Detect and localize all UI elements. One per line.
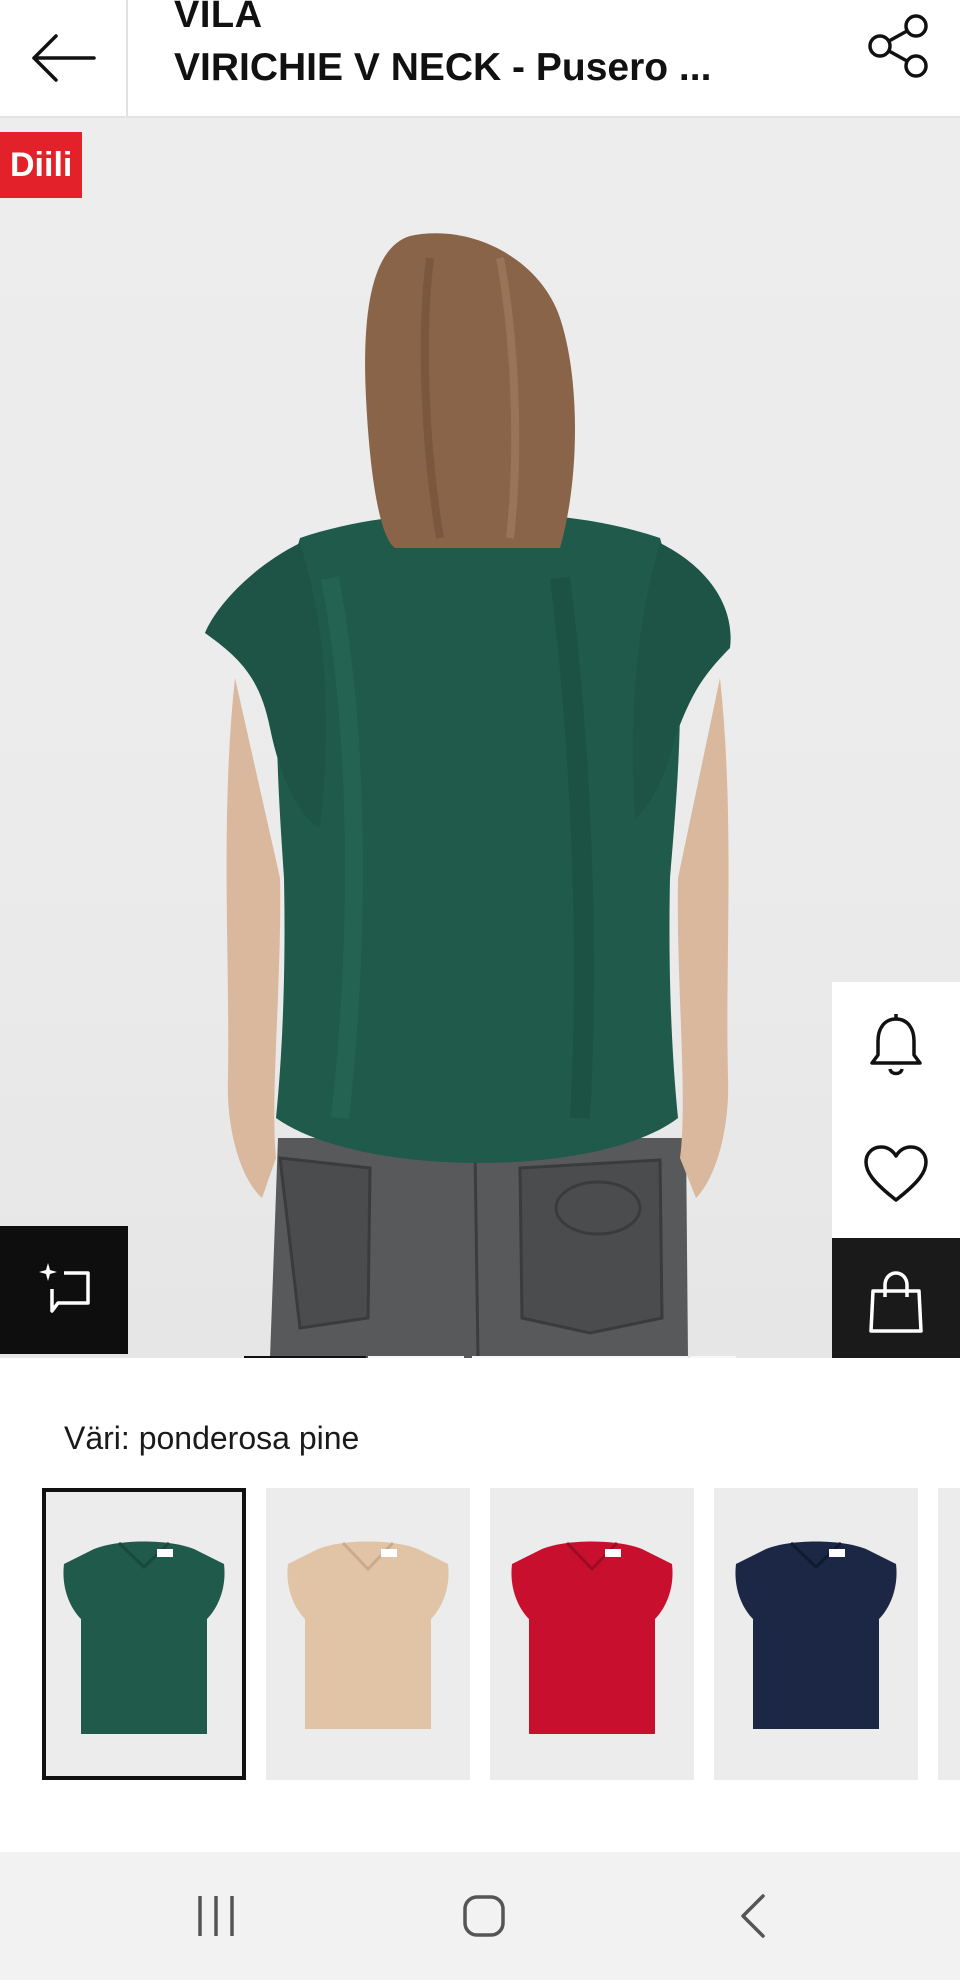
brand-name: VILA [174,0,263,36]
color-swatch-red[interactable] [490,1488,694,1780]
side-action-bar [832,982,960,1358]
color-swatch-list [42,1488,960,1784]
system-back-button[interactable] [692,1852,812,1980]
color-swatch-ponderosa-pine[interactable] [42,1488,246,1780]
color-swatch-navy[interactable] [714,1488,918,1780]
back-button[interactable] [0,0,128,116]
wishlist-button[interactable] [832,1110,960,1238]
swatch-top-image [735,1541,897,1729]
top-bar: VILA VIRICHIE V NECK - Pusero ... [0,0,960,118]
recent-apps-button[interactable] [156,1852,276,1980]
swatch-top-image [511,1541,673,1734]
home-icon [463,1895,505,1937]
product-image-gallery[interactable]: Diili [0,118,960,1358]
share-icon [868,14,928,78]
bell-icon [870,1014,922,1076]
deal-badge: Diili [0,132,83,198]
notify-button[interactable] [832,982,960,1110]
pager-segment-3 [472,1356,688,1358]
swatch-top-image [63,1541,225,1734]
similar-items-icon [39,1263,90,1313]
color-swatch-more[interactable] [938,1488,960,1780]
system-nav-bar [0,1852,960,1980]
product-title: VIRICHIE V NECK - Pusero ... [174,46,712,89]
share-button[interactable] [856,8,940,84]
home-button[interactable] [424,1852,544,1980]
product-photo [205,233,731,1358]
color-label: Väri: ponderosa pine [64,1420,360,1456]
swatch-top-image [287,1541,449,1729]
arrow-left-icon [32,34,96,82]
back-chevron-icon [741,1894,765,1938]
add-to-bag-button[interactable] [832,1238,960,1358]
pager-segment-1 [244,1356,366,1358]
pager-segment-2 [368,1356,464,1358]
shopping-bag-icon [869,1271,923,1333]
heart-icon [864,1145,928,1202]
recent-apps-icon [198,1896,234,1936]
find-similar-button[interactable] [0,1226,128,1354]
gallery-pager [244,1356,736,1358]
title-block: VILA VIRICHIE V NECK - Pusero ... [174,0,814,116]
pager-segment-4 [690,1356,736,1358]
color-swatch-beige[interactable] [266,1488,470,1780]
